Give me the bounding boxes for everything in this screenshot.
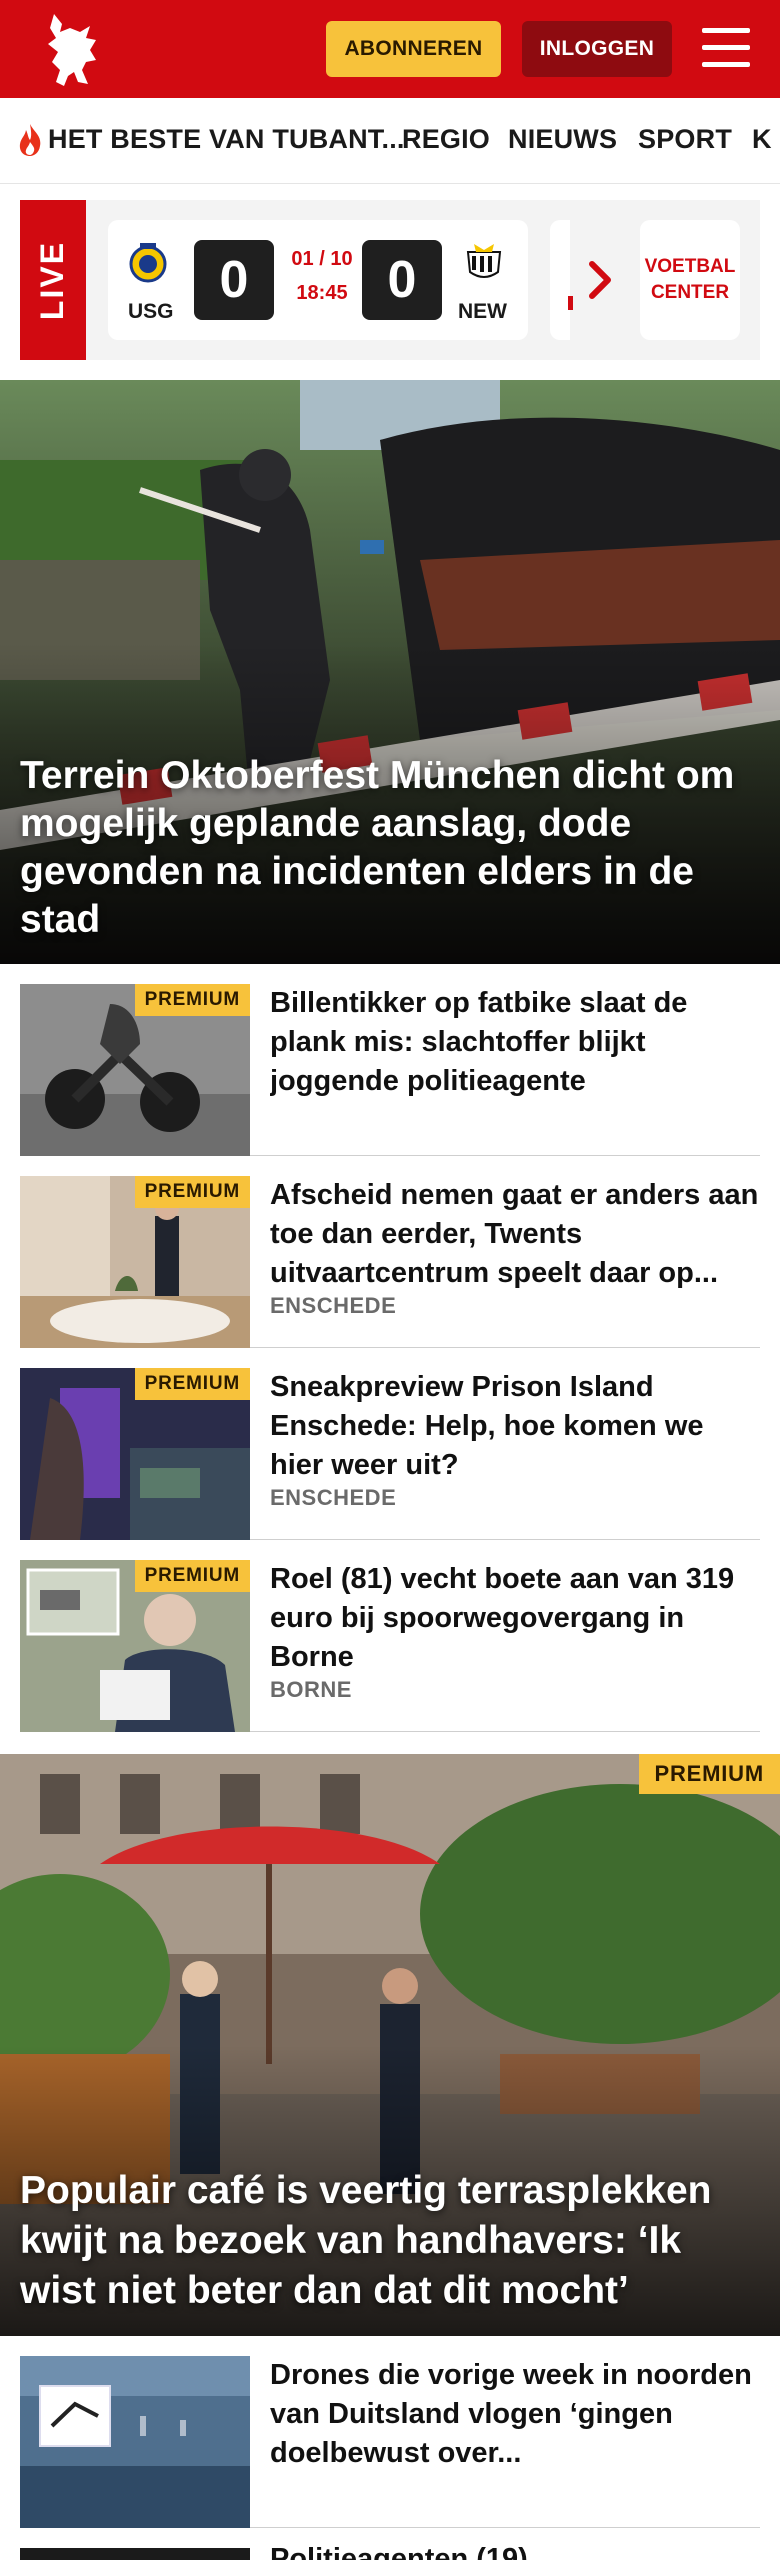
match-time: 18:45 <box>296 282 348 304</box>
list-item[interactable]: Drones die vorige week in noorden van Du… <box>20 2336 760 2528</box>
featured-headline[interactable]: Populair café is veertig terrasplekken k… <box>20 2166 760 2316</box>
live-scoreboard: LIVE USG 0 01 / 10 18:45 0 NEW VOETBAL C… <box>20 200 760 360</box>
nav-item-best-of-tubantia[interactable]: HET BESTE VAN TUBANT... <box>48 124 405 155</box>
home-team-name: USG <box>128 300 174 323</box>
flame-icon <box>19 124 41 156</box>
list-item[interactable]: PREMIUM Billentikker op fatbike slaat de… <box>20 964 760 1156</box>
list-item[interactable]: PREMIUM Afscheid nemen gaat er anders aa… <box>20 1156 760 1348</box>
section-nav: HET BESTE VAN TUBANT... REGIO NIEUWS SPO… <box>0 98 780 184</box>
list-item-partial[interactable]: Politieagenten (19) <box>20 2543 760 2560</box>
home-score: 0 <box>194 240 274 320</box>
menu-icon[interactable] <box>702 26 750 70</box>
premium-badge: PREMIUM <box>638 1754 780 1794</box>
list-item[interactable]: PREMIUM Roel (81) vecht boete aan van 31… <box>20 1540 760 1732</box>
football-center-button[interactable]: VOETBAL CENTER <box>640 220 740 340</box>
article-title[interactable]: Afscheid nemen gaat er anders aan toe da… <box>270 1176 760 1293</box>
newcastle-crest-icon <box>466 244 502 278</box>
chevron-right-icon[interactable] <box>586 258 616 302</box>
hero-article[interactable]: Terrein Oktoberfest München dicht om mog… <box>0 380 780 964</box>
list-item[interactable]: PREMIUM Sneakpreview Prison Island Ensch… <box>20 1348 760 1540</box>
article-thumbnail: PREMIUM <box>20 1560 250 1732</box>
featured-article[interactable]: PREMIUM Populair café is veertig terrasp… <box>0 1754 780 2336</box>
article-location-tag[interactable]: ENSCHEDE <box>270 1293 396 1319</box>
away-team-name: NEW <box>458 300 507 323</box>
live-tag: LIVE <box>20 200 86 360</box>
premium-badge: PREMIUM <box>134 1176 250 1208</box>
article-title[interactable]: Sneakpreview Prison Island Enschede: Hel… <box>270 1368 760 1485</box>
article-thumbnail: PREMIUM <box>20 1368 250 1540</box>
top-header: ABONNEREN INLOGGEN <box>0 0 780 98</box>
drone-ship-image <box>20 2356 250 2528</box>
article-title[interactable]: Billentikker op fatbike slaat de plank m… <box>270 984 760 1101</box>
usg-crest-icon <box>129 243 167 283</box>
article-title[interactable]: Roel (81) vecht boete aan van 319 euro b… <box>270 1560 760 1677</box>
next-match-card[interactable] <box>550 220 570 340</box>
article-thumbnail <box>20 2548 250 2560</box>
match-card[interactable]: USG 0 01 / 10 18:45 0 NEW <box>108 220 528 340</box>
login-button[interactable]: INLOGGEN <box>522 21 672 77</box>
away-score: 0 <box>362 240 442 320</box>
nav-item-nieuws[interactable]: NIEUWS <box>508 124 617 155</box>
next-match-indicator <box>568 296 573 310</box>
tubantia-horse-logo[interactable] <box>40 10 104 90</box>
article-location-tag[interactable]: BORNE <box>270 1677 352 1703</box>
nav-item-regio[interactable]: REGIO <box>402 124 490 155</box>
article-thumbnail: PREMIUM <box>20 984 250 1156</box>
article-title[interactable]: Politieagenten (19) <box>270 2540 528 2560</box>
article-title[interactable]: Drones die vorige week in noorden van Du… <box>270 2356 760 2473</box>
premium-badge: PREMIUM <box>134 984 250 1016</box>
article-thumbnail: PREMIUM <box>20 1176 250 1348</box>
article-location-tag[interactable]: ENSCHEDE <box>270 1485 396 1511</box>
match-date: 01 / 10 <box>291 248 353 270</box>
nav-item-sport[interactable]: SPORT <box>638 124 732 155</box>
nav-item-more[interactable]: K <box>752 124 772 155</box>
hero-headline[interactable]: Terrein Oktoberfest München dicht om mog… <box>20 752 760 944</box>
premium-badge: PREMIUM <box>134 1560 250 1592</box>
premium-badge: PREMIUM <box>134 1368 250 1400</box>
subscribe-button[interactable]: ABONNEREN <box>326 21 501 77</box>
article-thumbnail <box>20 2356 250 2528</box>
